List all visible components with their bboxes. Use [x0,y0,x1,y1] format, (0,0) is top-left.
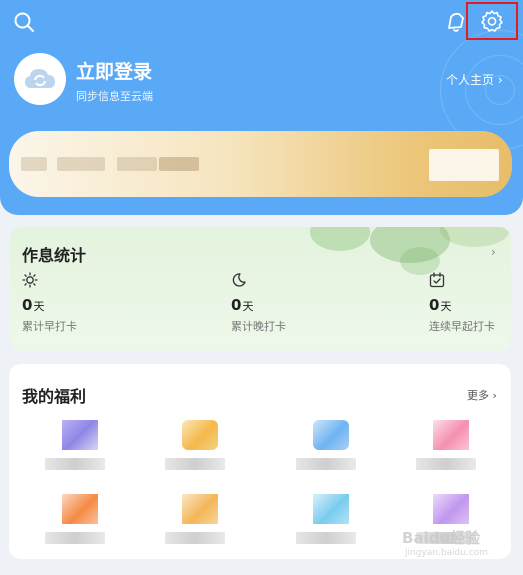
sun-icon [22,272,38,288]
settings-button[interactable] [466,2,518,40]
chevron-right-icon: › [497,73,503,87]
stat-morning-checkin[interactable]: 0天 累计早打卡 [22,272,142,334]
login-title[interactable]: 立即登录 [76,57,152,84]
bell-icon [448,12,464,32]
welfare-item[interactable] [165,494,235,554]
stat-label: 累计早打卡 [22,320,77,333]
search-icon [14,12,34,32]
calendar-check-icon [429,272,445,288]
blurred-label [296,532,356,544]
stat-streak-checkin[interactable]: 0天 连续早起打卡 [429,272,511,334]
blurred-icon [433,494,469,524]
welfare-item[interactable] [296,494,366,554]
stat-value-row: 0天 [22,296,142,314]
stat-value-row: 0天 [231,296,351,314]
blurred-icon [182,420,218,450]
blurred-label [165,458,225,470]
search-button[interactable] [10,8,38,36]
avatar[interactable] [14,53,66,105]
more-link[interactable]: 更多 › [467,387,497,403]
blurred-text [117,157,157,171]
more-label: 更多 [467,389,489,402]
blurred-text [57,157,105,171]
login-subtitle: 同步信息至云端 [76,90,153,103]
blurred-icon [313,494,349,524]
profile-home-label: 个人主页 [446,73,495,87]
blurred-label [416,458,476,470]
leaf-decoration [440,227,510,247]
profile-home-link[interactable]: 个人主页 › [446,71,503,88]
sleep-stats-title: 作息统计 [22,246,87,265]
chevron-right-icon: › [492,389,497,402]
stat-unit: 天 [33,300,45,313]
header-hero: 立即登录 同步信息至云端 个人主页 › [0,0,523,215]
welfare-item[interactable] [45,494,115,554]
stat-night-checkin[interactable]: 0天 累计晚打卡 [231,272,351,334]
stat-label: 连续早起打卡 [429,320,495,333]
welfare-item[interactable] [165,420,235,480]
blurred-icon [62,494,98,524]
stat-value: 0 [231,296,242,314]
promo-banner[interactable] [9,131,512,197]
blurred-text [21,157,47,171]
stat-label: 累计晚打卡 [231,320,286,333]
blurred-button [429,149,499,181]
blurred-label [45,458,105,470]
sleep-stats-card[interactable]: 作息统计 › 0天 累计早打卡 0天 累计晚打卡 0天 连续早起打卡 [10,227,511,351]
stat-value: 0 [22,296,33,314]
blurred-icon [182,494,218,524]
watermark-url: jingyan.baidu.com [405,548,489,558]
leaf-decoration [310,227,370,251]
welfare-item[interactable] [296,420,366,480]
leaf-decoration [400,247,440,275]
blurred-icon [62,420,98,450]
gear-icon [481,10,503,32]
blurred-label [165,532,225,544]
stat-value-row: 0天 [429,296,511,314]
blurred-label [296,458,356,470]
stat-unit: 天 [440,300,452,313]
blurred-icon [313,420,349,450]
blurred-text [159,157,199,171]
chevron-right-icon[interactable]: › [491,245,496,259]
cloud-sync-icon [25,69,55,88]
welfare-item[interactable] [45,420,115,480]
blurred-icon [433,420,469,450]
blurred-label [45,532,105,544]
moon-icon [232,273,246,287]
welfare-title: 我的福利 [22,387,87,406]
stat-value: 0 [429,296,440,314]
stat-unit: 天 [242,300,254,313]
welfare-item[interactable] [416,420,486,480]
watermark: Baidu经验 [402,529,481,547]
